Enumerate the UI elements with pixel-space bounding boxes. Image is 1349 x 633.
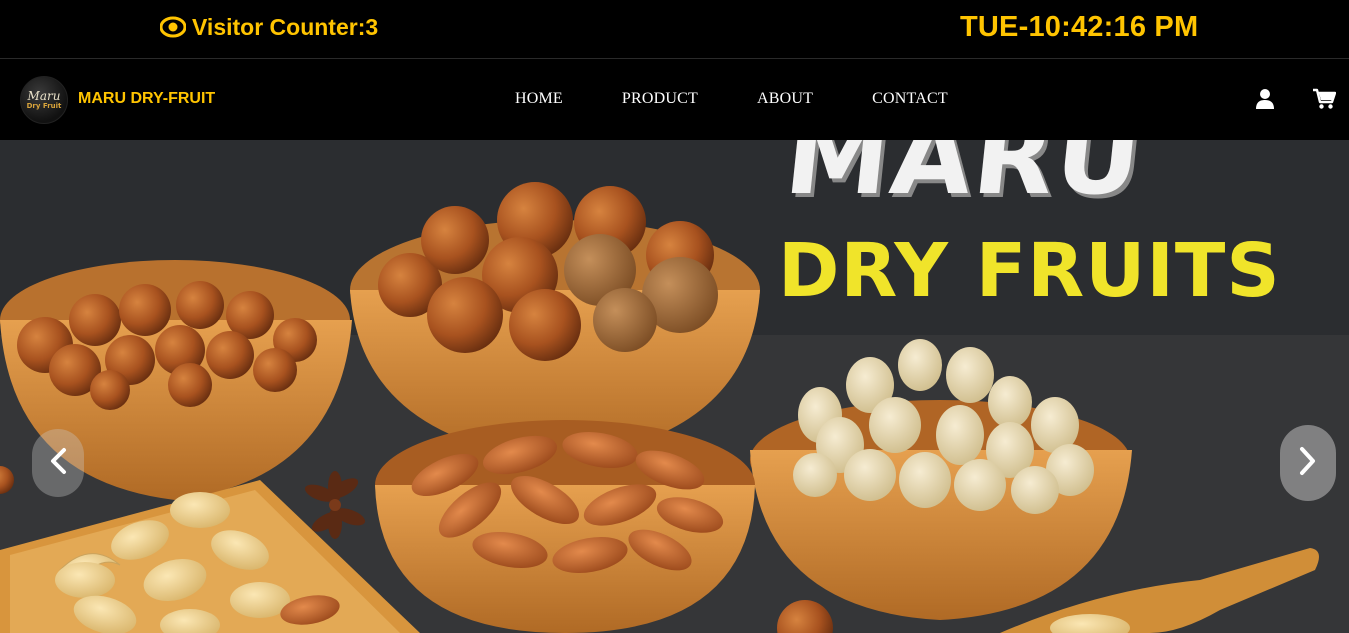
visitor-counter: Visitor Counter:3	[160, 12, 378, 42]
top-bar: Visitor Counter:3 TUE-10:42:16 PM	[0, 0, 1349, 59]
brand-logo-line1: Maru	[27, 88, 61, 103]
chevron-right-icon	[1299, 446, 1317, 481]
slider-prev-button[interactable]	[32, 429, 84, 497]
slider-next-button[interactable]	[1280, 425, 1336, 501]
clock: TUE-10:42:16 PM	[960, 10, 1199, 43]
chevron-left-icon	[49, 447, 67, 480]
hero-title-line2: DRY FRUITS	[778, 228, 1281, 314]
user-icon[interactable]	[1255, 88, 1275, 115]
nav-product[interactable]: PRODUCT	[622, 90, 698, 108]
eye-icon	[160, 16, 186, 38]
nav-menu: HOME PRODUCT ABOUT CONTACT	[515, 90, 948, 108]
brand-logo[interactable]: Maru Dry Fruit	[20, 76, 68, 124]
navbar: Maru Dry Fruit MARU DRY-FRUIT HOME PRODU…	[0, 60, 1349, 140]
nav-home[interactable]: HOME	[515, 90, 563, 108]
cart-icon[interactable]	[1312, 88, 1337, 115]
visitor-counter-text: Visitor Counter:3	[192, 13, 379, 40]
dry-fruits-image	[0, 140, 1349, 633]
brand-name[interactable]: MARU DRY-FRUIT	[78, 90, 215, 108]
brand-logo-line2: Dry Fruit	[26, 101, 62, 110]
hero-slider: MARU DRY FRUITS	[0, 140, 1349, 633]
hero-title-line1: MARU	[779, 140, 1149, 218]
nav-about[interactable]: ABOUT	[757, 90, 813, 108]
nav-contact[interactable]: CONTACT	[872, 90, 948, 108]
